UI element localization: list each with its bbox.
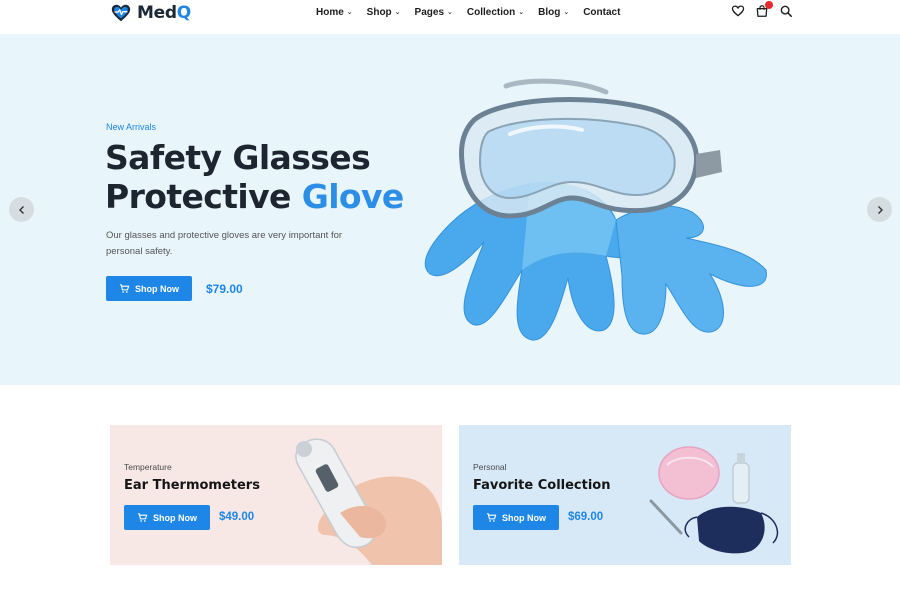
button-label: Shop Now xyxy=(153,512,197,523)
promo-card-favorite-collection[interactable]: Personal Favorite Collection Shop Now $6… xyxy=(459,425,791,565)
hero-title-line2-main: Protective xyxy=(105,177,302,216)
nav-item-label: Shop xyxy=(366,6,392,18)
hero-shop-now-button[interactable]: Shop Now xyxy=(106,276,192,301)
hero-title: Safety Glasses Protective Glove xyxy=(105,138,404,216)
ear-thermometer-image xyxy=(295,438,442,565)
hero-product-image xyxy=(424,78,767,341)
hero-title-accent: Glove xyxy=(301,177,405,216)
card-shop-now-button[interactable]: Shop Now xyxy=(124,505,210,530)
logo[interactable]: MedQ xyxy=(110,2,191,24)
hero-price: $79.00 xyxy=(206,282,243,296)
cart-button[interactable] xyxy=(755,1,773,18)
chevron-down-icon: ⌄ xyxy=(447,9,453,16)
button-label: Shop Now xyxy=(502,512,546,523)
heart-pulse-icon xyxy=(111,4,131,22)
nav-item-collection[interactable]: Collection ⌄ xyxy=(467,7,524,18)
nav-item-shop[interactable]: Shop ⌄ xyxy=(367,7,401,18)
nav-item-home[interactable]: Home ⌄ xyxy=(316,7,353,18)
card-shop-now-button[interactable]: Shop Now xyxy=(473,505,559,530)
card-price: $49.00 xyxy=(219,511,255,523)
cart-icon xyxy=(486,513,497,522)
nav-item-pages[interactable]: Pages ⌄ xyxy=(415,7,453,18)
hero-title-line2: Protective Glove xyxy=(105,177,404,216)
button-label: Shop Now xyxy=(135,283,179,294)
nav-item-blog[interactable]: Blog ⌄ xyxy=(538,7,569,18)
logo-text-accent: Q xyxy=(176,3,191,23)
chevron-down-icon: ⌄ xyxy=(346,9,353,16)
chevron-down-icon: ⌄ xyxy=(563,9,570,16)
personal-care-products-image xyxy=(649,446,779,554)
card-eyebrow: Personal xyxy=(473,462,507,472)
cart-icon xyxy=(119,284,130,293)
nav-item-label: Collection xyxy=(466,6,516,18)
nav-item-label: Pages xyxy=(414,6,445,18)
safety-goggles-image xyxy=(459,78,722,219)
cart-icon xyxy=(137,513,148,522)
chevron-right-icon xyxy=(877,205,883,214)
chevron-down-icon: ⌄ xyxy=(518,9,525,16)
logo-text-main: Med xyxy=(137,3,177,23)
card-price: $69.00 xyxy=(568,511,604,523)
chevron-left-icon xyxy=(18,205,24,214)
slider-prev-button[interactable] xyxy=(9,197,34,222)
hero-title-line1: Safety Glasses xyxy=(105,138,371,177)
cart-count-badge xyxy=(765,1,773,9)
hero-description: Our glasses and protective gloves are ve… xyxy=(106,230,343,257)
hero-eyebrow: New Arrivals xyxy=(106,122,157,132)
card-eyebrow: Temperature xyxy=(124,462,172,472)
site-header: MedQ Home ⌄ Shop ⌄ Pages ⌄ Collection ⌄ … xyxy=(0,0,900,34)
nav-item-label: Blog xyxy=(538,6,561,18)
hero-slider: New Arrivals Safety Glasses Protective G… xyxy=(0,34,900,385)
search-button[interactable] xyxy=(779,4,793,18)
card-title: Favorite Collection xyxy=(473,478,611,493)
wishlist-button[interactable] xyxy=(731,4,745,18)
heart-icon xyxy=(731,5,745,17)
header-actions xyxy=(731,1,793,18)
card-title: Ear Thermometers xyxy=(124,478,260,493)
nav-item-label: Home xyxy=(316,6,344,18)
nav-item-label: Contact xyxy=(583,6,621,18)
main-nav: Home ⌄ Shop ⌄ Pages ⌄ Collection ⌄ Blog … xyxy=(316,4,620,20)
promo-card-thermometers[interactable]: Temperature Ear Thermometers Shop Now $4… xyxy=(110,425,442,565)
logo-text: MedQ xyxy=(137,3,191,23)
slider-next-button[interactable] xyxy=(867,197,892,222)
chevron-down-icon: ⌄ xyxy=(394,9,401,16)
search-icon xyxy=(780,5,793,18)
nav-item-contact[interactable]: Contact xyxy=(583,7,620,18)
